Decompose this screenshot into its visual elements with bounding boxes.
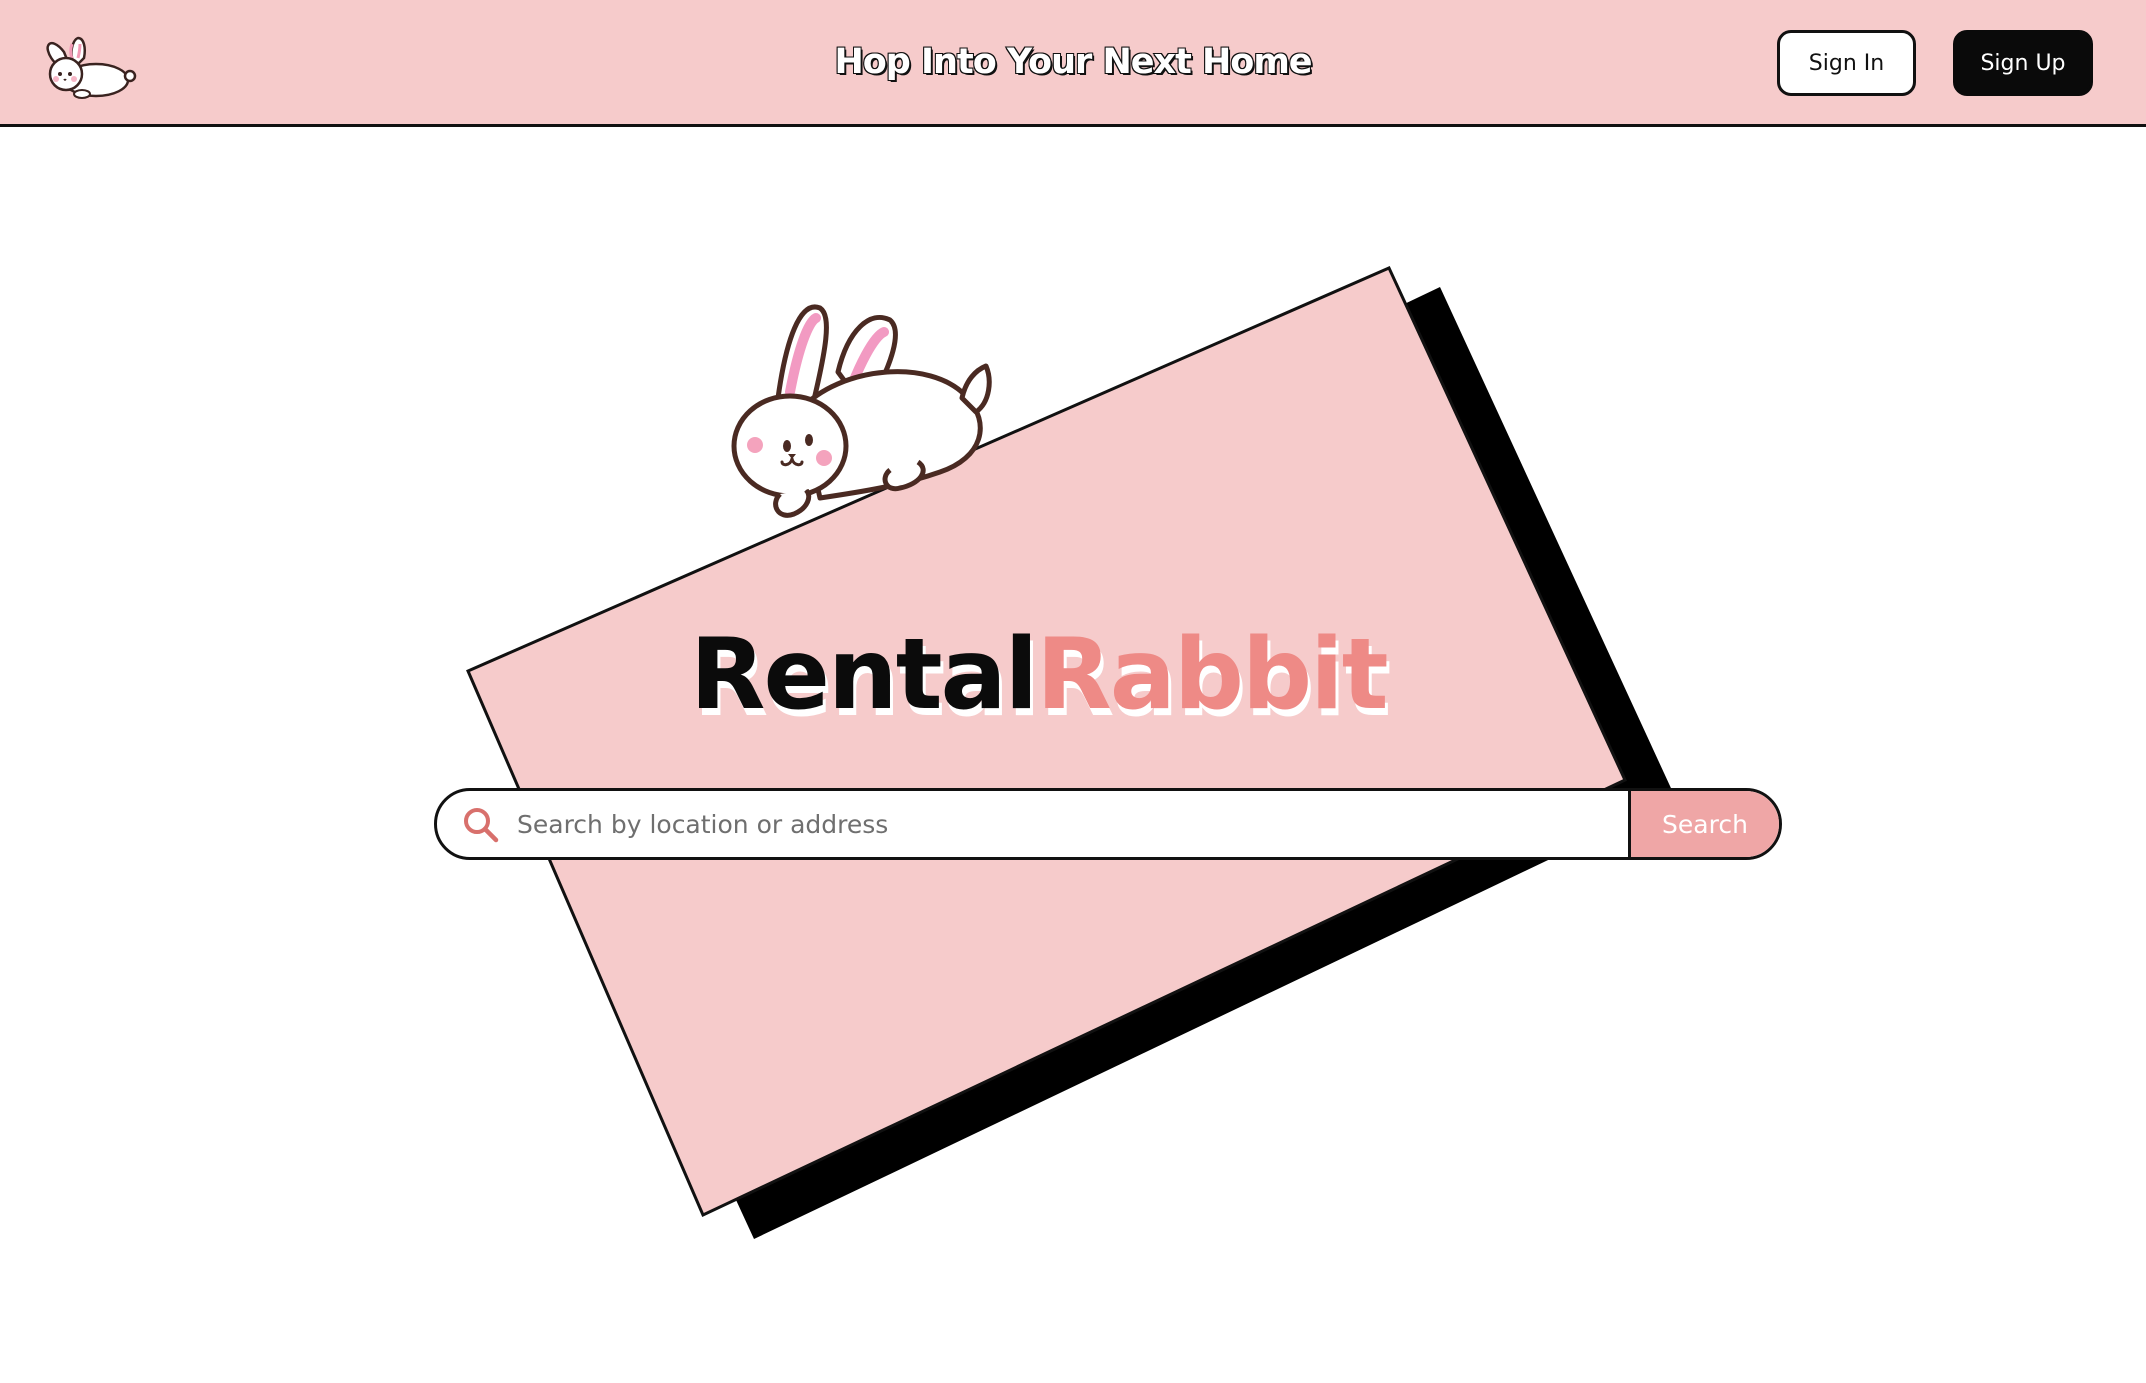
search-button[interactable]: Search	[1628, 791, 1779, 857]
search-input[interactable]	[517, 791, 1617, 857]
landing-page: Hop Into Your Next Home Sign In Sign Up	[0, 0, 2146, 1383]
search-icon	[464, 808, 499, 843]
brand-word-rabbit: Rabbit	[1036, 618, 1388, 732]
brand-wordmark: RentalRabbit	[690, 615, 1530, 735]
search-bar: Search	[434, 788, 1782, 860]
brand-word-rental: Rental	[690, 618, 1038, 732]
